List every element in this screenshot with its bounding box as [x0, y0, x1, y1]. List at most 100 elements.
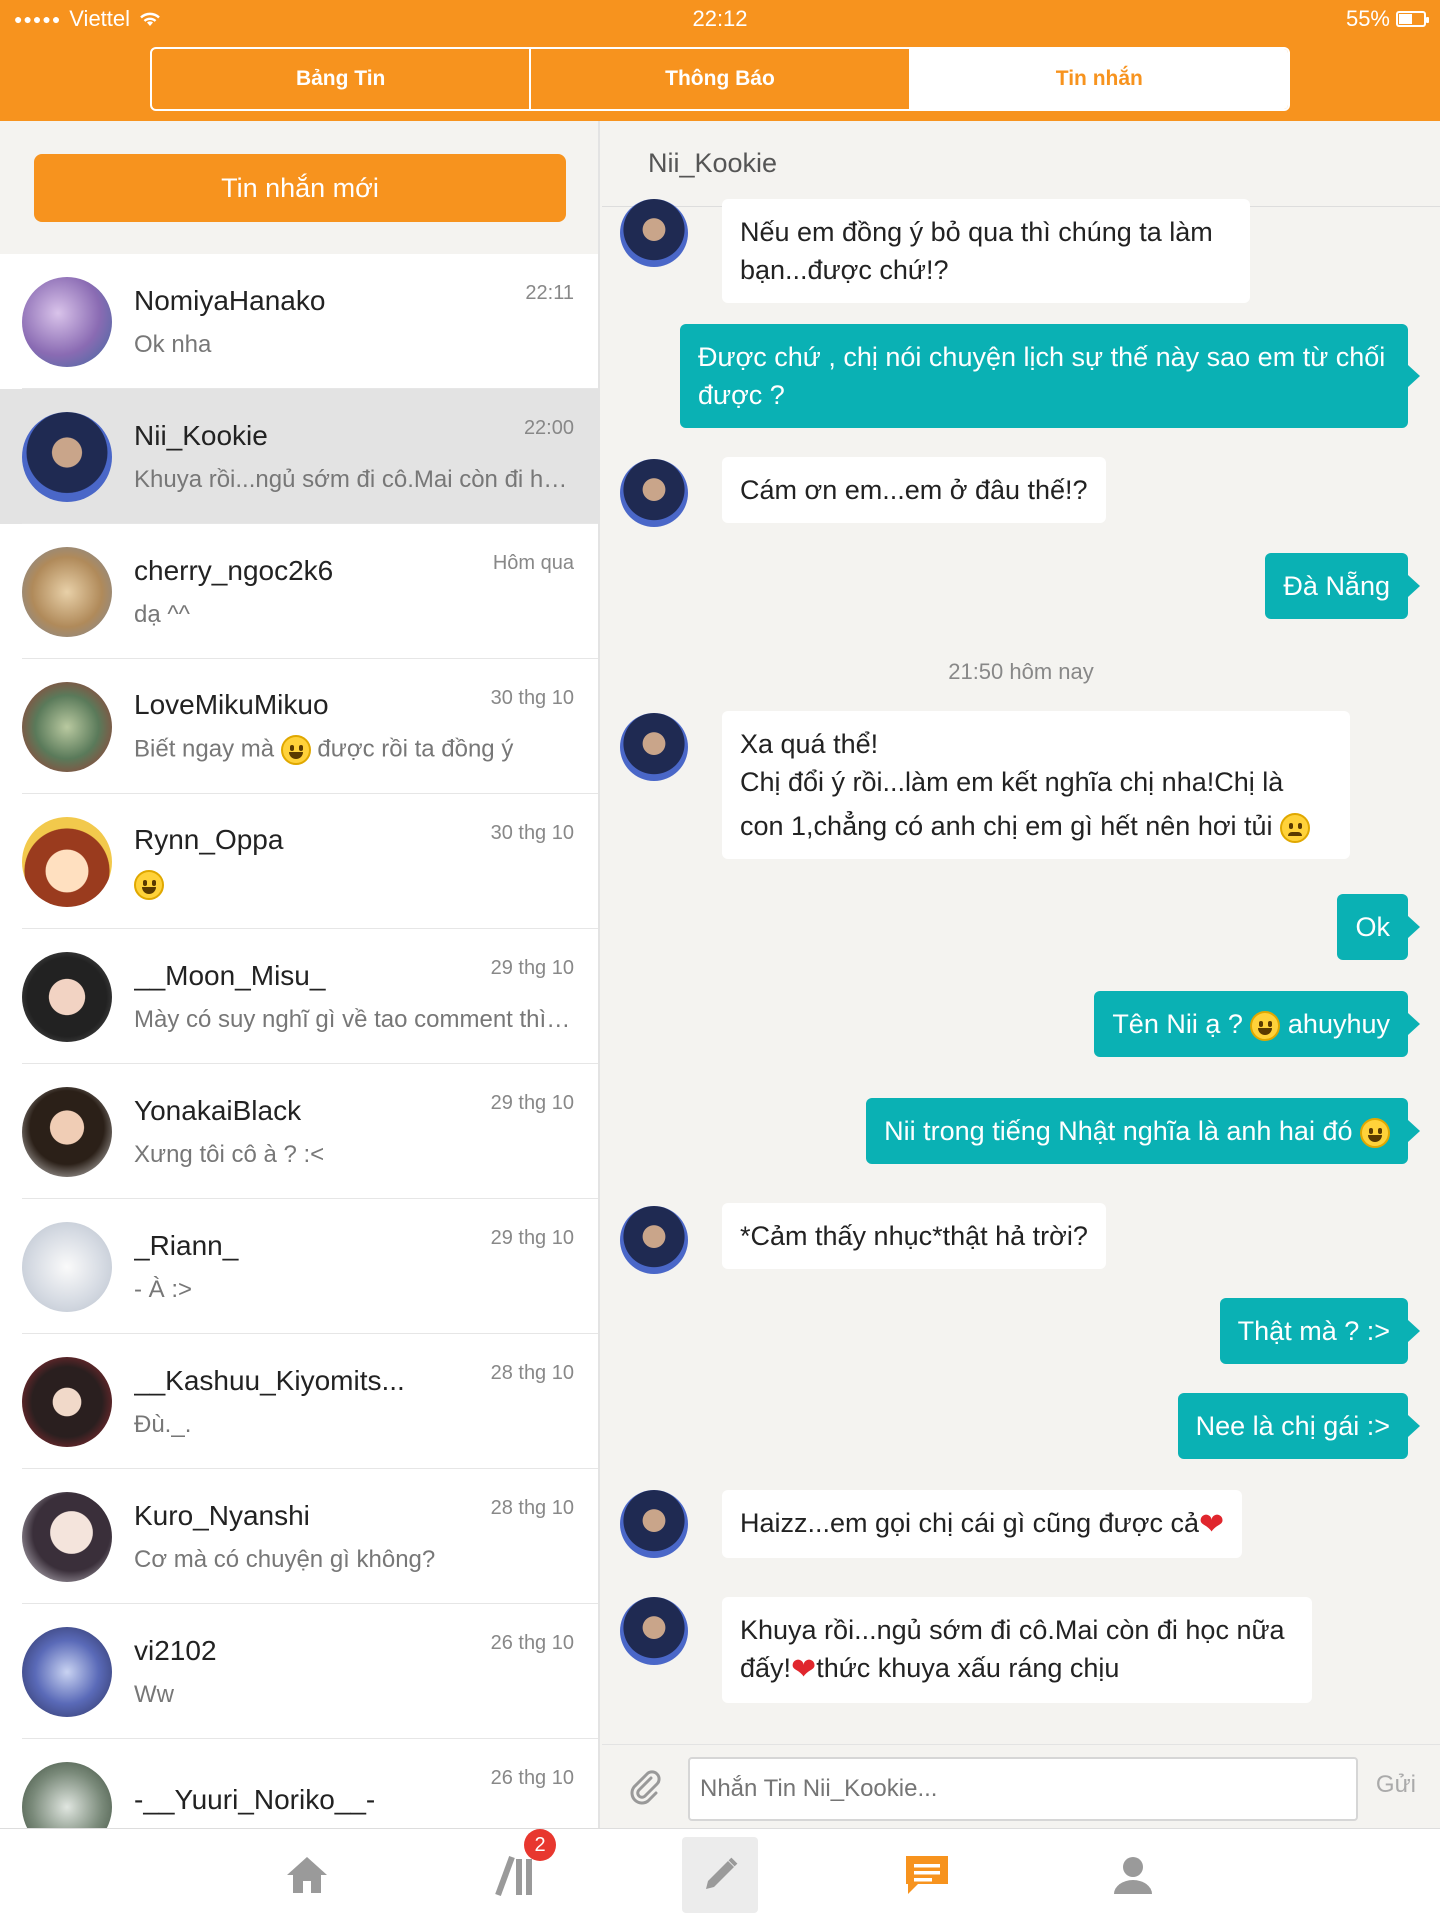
outgoing-message: Được chứ , chị nói chuyện lịch sự thế nà…: [680, 324, 1420, 428]
conversation-time: 30 thg 10: [490, 822, 574, 844]
grinning-emoji-icon: [134, 869, 164, 900]
conversation-item[interactable]: Nii_Kookie Khuya rồi...ngủ sớm đi cô.Mai …: [0, 389, 598, 524]
avatar: [620, 199, 688, 267]
conversation-time: 29 thg 10: [490, 1227, 574, 1249]
conversation-time: 26 thg 10: [490, 1767, 574, 1789]
outgoing-message: Nii trong tiếng Nhật nghĩa là anh hai đó: [866, 1098, 1420, 1164]
conversation-name: cherry_ngoc2k6: [134, 554, 334, 586]
incoming-message: Nếu em đồng ý bỏ qua thì chúng ta làm bạn…: [722, 199, 1250, 303]
tab-bang-tin[interactable]: Bảng Tin: [152, 49, 532, 109]
conversation-name: vi2102: [134, 1634, 217, 1666]
avatar: [620, 713, 688, 781]
avatar: [620, 1490, 688, 1558]
tab-library[interactable]: 2: [476, 1829, 556, 1913]
conversation-preview: Đù._.: [134, 1410, 192, 1438]
conversation-name: __Kashuu_Kiyomits...: [134, 1364, 405, 1396]
clock: 22:12: [692, 6, 748, 31]
avatar: [22, 951, 112, 1042]
grinning-emoji-icon: [1360, 1117, 1390, 1148]
conversation-preview: Ok nha: [134, 330, 212, 358]
conversation-preview: Xưng tôi cô à ? :<: [134, 1140, 325, 1168]
incoming-message: Khuya rồi...ngủ sớm đi cô.Mai còn đi học…: [722, 1597, 1312, 1703]
battery-icon: [1396, 11, 1429, 27]
avatar: [620, 1206, 688, 1274]
conversation-time: Hôm qua: [492, 552, 574, 574]
conversation-name: _Riann_: [134, 1229, 239, 1261]
conversation-item[interactable]: NomiyaHanako Ok nha 22:11: [0, 254, 598, 389]
tab-thong-bao[interactable]: Thông Báo: [531, 49, 911, 109]
conversation-item[interactable]: Kuro_Nyanshi Cơ mà có chuyện gì không? 28…: [0, 1469, 598, 1604]
outgoing-message: Tên Nii ạ ? ahuyhuy: [1094, 991, 1420, 1057]
avatar: [22, 1626, 112, 1717]
conversation-time: 28 thg 10: [490, 1362, 574, 1384]
home-icon: [287, 1857, 327, 1893]
conversation-preview: dạ ^^: [134, 600, 190, 628]
message-timestamp: 21:50 hôm nay: [948, 659, 1094, 684]
avatar: [22, 816, 112, 907]
avatar: [22, 681, 112, 772]
conversation-preview: - À :>: [134, 1275, 193, 1303]
conversation-item[interactable]: cherry_ngoc2k6 dạ ^^ Hôm qua: [0, 524, 598, 659]
grinning-emoji-icon: [280, 734, 311, 765]
conversation-name: LoveMikuMikuo: [134, 688, 329, 720]
send-button[interactable]: Gửi: [1376, 1771, 1416, 1799]
conversation-name: YonakaiBlack: [134, 1094, 302, 1126]
chat-title: Nii_Kookie: [602, 121, 1440, 207]
conversation-name: -__Yuuri_Noriko__-: [134, 1783, 376, 1815]
conversation-name: Kuro_Nyanshi: [134, 1499, 310, 1531]
avatar: [22, 1491, 112, 1582]
conversation-list: Tin nhắn mới NomiyaHanako Ok nha 22:11 Ni…: [0, 121, 600, 1828]
conversation-item[interactable]: -__Yuuri_Noriko__- 26 thg 10: [0, 1739, 598, 1828]
conversation-name: __Moon_Misu_: [134, 959, 326, 991]
avatar: [620, 459, 688, 527]
conversation-time: 29 thg 10: [490, 1092, 574, 1114]
avatar: [22, 1761, 112, 1828]
conversation-item[interactable]: _Riann_ - À :> 29 thg 10: [0, 1199, 598, 1334]
notification-badge: 2: [524, 1829, 556, 1861]
conversation-time: 29 thg 10: [490, 957, 574, 979]
messages-icon: [906, 1856, 948, 1894]
conversation-time: 28 thg 10: [490, 1497, 574, 1519]
tab-home[interactable]: [269, 1837, 345, 1913]
avatar: [22, 276, 112, 367]
avatar: [22, 546, 112, 637]
new-message-area: Tin nhắn mới: [0, 121, 598, 254]
conversation-item[interactable]: __Kashuu_Kiyomits... Đù._. 28 thg 10: [0, 1334, 598, 1469]
incoming-message: Haizz...em gọi chị cái gì cũng được cả❤: [722, 1490, 1243, 1558]
message-composer: Gửi: [602, 1744, 1440, 1828]
heart-icon: ❤: [791, 1652, 817, 1686]
conversation-preview: [134, 869, 574, 900]
conversation-item[interactable]: Rynn_Oppa 30 thg 10: [0, 794, 598, 929]
battery-percent: 55%: [1345, 6, 1390, 31]
conversation-time: 26 thg 10: [490, 1632, 574, 1654]
pencil-icon: [706, 1857, 738, 1889]
message-list: Nếu em đồng ý bỏ qua thì chúng ta làm bạn…: [602, 199, 1440, 1744]
outgoing-message: Nee là chị gái :>: [1177, 1393, 1421, 1459]
conversation-item[interactable]: YonakaiBlack Xưng tôi cô à ? :< 29 thg 10: [0, 1064, 598, 1199]
tab-write[interactable]: [682, 1837, 758, 1913]
incoming-message: *Cảm thấy nhục*thật hả trời?: [722, 1203, 1106, 1269]
bottom-tab-bar: 2: [0, 1828, 1440, 1920]
chat-pane: Nii_Kookie Nếu em đồng ý bỏ qua thì chún…: [602, 121, 1440, 1828]
library-icon: [495, 1855, 532, 1897]
conversation-item[interactable]: LoveMikuMikuo Biết ngay mà được rồi ta đồ…: [0, 659, 598, 794]
tab-tin-nhan[interactable]: Tin nhắn: [910, 49, 1288, 109]
tab-profile[interactable]: [1095, 1837, 1171, 1913]
status-bar: ●●●●● Viettel 22:12 55%: [0, 0, 1440, 40]
profile-icon: [1114, 1857, 1152, 1894]
section-switcher: Bảng Tin Thông Báo Tin nhắn: [150, 47, 1290, 111]
avatar: [22, 1221, 112, 1312]
avatar: [22, 1086, 112, 1177]
conversation-item[interactable]: vi2102 Ww 26 thg 10: [0, 1604, 598, 1739]
paperclip-icon[interactable]: [624, 1765, 664, 1805]
tab-messages[interactable]: [889, 1837, 965, 1913]
new-message-button[interactable]: Tin nhắn mới: [34, 154, 566, 222]
sad-emoji-icon: [1280, 812, 1311, 843]
outgoing-message: Đà Nẵng: [1265, 553, 1420, 619]
message-input[interactable]: [688, 1757, 1358, 1821]
incoming-message: Xa quá thể! Chị đổi ý rồi...làm em kết ng…: [722, 711, 1350, 859]
conversation-item[interactable]: __Moon_Misu_ Mày có suy nghĩ gì về tao co…: [0, 929, 598, 1064]
conversation-preview: Ww: [134, 1680, 174, 1708]
conversation-preview: Biết ngay mà được rồi ta đồng ý: [134, 734, 574, 765]
conversation-name: Nii_Kookie: [134, 419, 268, 451]
